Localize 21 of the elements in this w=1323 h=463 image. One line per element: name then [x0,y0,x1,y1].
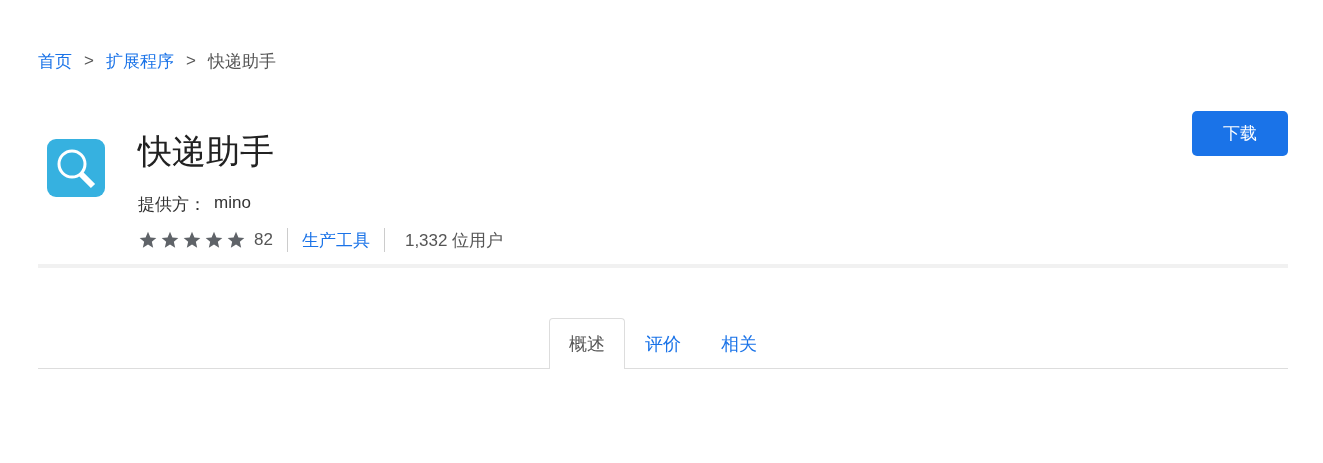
separator-icon: > [185,51,196,71]
breadcrumb-link[interactable]: 扩展程序 [105,49,174,73]
user-count: 1,332 位用户 [404,229,504,252]
breadcrumb-link[interactable]: 首页 [38,49,72,73]
download-button[interactable]: 下载 [1192,111,1288,156]
provider-name: mino [214,193,251,214]
category-link[interactable]: 生产工具 [301,228,370,252]
breadcrumb-current: 快递助手 [207,50,276,73]
star-icon [226,230,246,250]
magnifier-icon [47,139,105,197]
star-icon [182,230,202,250]
rating-count: 82 [254,230,273,250]
extension-title: 快递助手 [138,131,275,172]
tab[interactable]: 评价 [625,318,701,369]
tab[interactable]: 概述 [549,318,625,369]
provider-label: 提供方： [138,194,206,216]
star-icon [160,230,180,250]
separator-icon: > [84,51,94,71]
star-icon [204,230,224,250]
star-icon [138,230,158,250]
tab[interactable]: 相关 [701,318,777,369]
